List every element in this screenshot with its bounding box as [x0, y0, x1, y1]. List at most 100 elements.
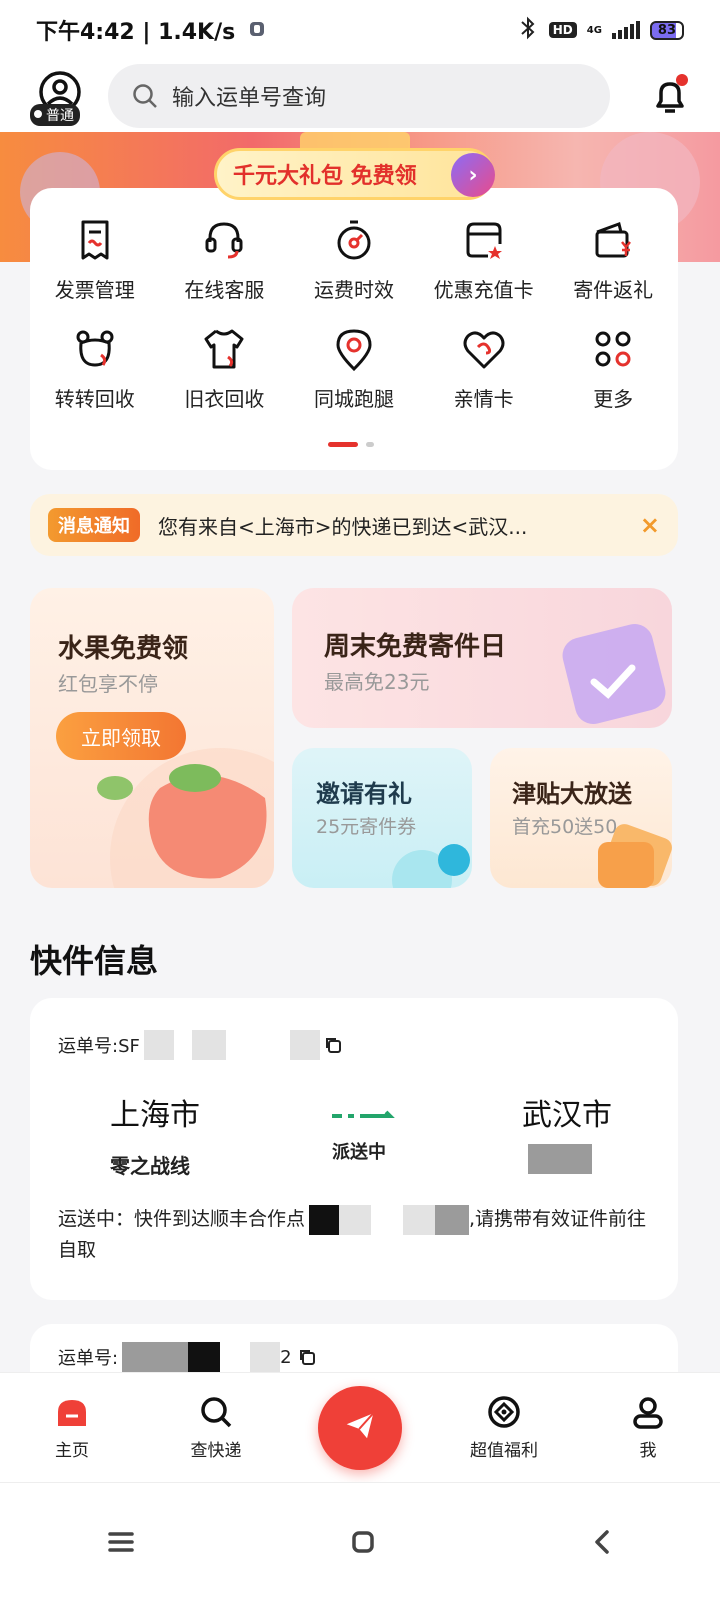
- redacted-block: [435, 1204, 470, 1235]
- redacted-block: [403, 1204, 436, 1235]
- redacted-block: [191, 1030, 226, 1060]
- back-icon[interactable]: [592, 1529, 612, 1555]
- waybill-search-input[interactable]: 输入运单号查询: [108, 64, 610, 128]
- tab-label: 主页: [55, 1441, 89, 1461]
- message-notice-bar[interactable]: 消息通知 您有来自<上海市>的快递已到达<武汉... ×: [30, 494, 678, 556]
- route-arrow-icon: [332, 1110, 395, 1118]
- location-pin-icon: [336, 329, 372, 372]
- card-star-icon: [466, 222, 502, 259]
- service-send-gift[interactable]: 寄件返礼: [548, 216, 678, 303]
- service-label: 转转回收: [54, 387, 135, 411]
- redacted-block: [143, 1030, 174, 1060]
- promo-subtitle: 红包享不停: [58, 672, 158, 696]
- service-label: 同城跑腿: [313, 387, 394, 411]
- bottom-tab-bar: 主页 查快递 超值福利 我: [0, 1372, 720, 1482]
- service-grid: 发票管理 在线客服 运费时效 优惠充值卡 寄件返礼 转转回收 旧衣回收 同城跑腿…: [30, 188, 678, 412]
- copy-icon[interactable]: [324, 1036, 342, 1054]
- promo-title: 邀请有礼: [316, 780, 412, 808]
- calendar-check-icon: [562, 623, 666, 725]
- service-invoice[interactable]: 发票管理: [30, 216, 160, 303]
- service-family-card[interactable]: 亲情卡: [419, 325, 549, 412]
- stopwatch-icon: [337, 220, 371, 260]
- service-label: 旧衣回收: [184, 387, 265, 411]
- redacted-block: [309, 1204, 340, 1235]
- delivery-status: 派送中: [332, 1142, 386, 1163]
- send-plane-icon: [346, 1412, 375, 1438]
- status-time: 下午4:42 | 1.4K/s: [36, 20, 236, 45]
- service-zhuanzhuan-recycle[interactable]: 转转回收: [30, 325, 160, 412]
- tab-label: 我: [639, 1441, 657, 1461]
- send-button[interactable]: [318, 1385, 402, 1470]
- section-title-parcel-info: 快件信息: [30, 942, 159, 980]
- waybill-number: 运单号: 2: [58, 1342, 316, 1372]
- close-icon[interactable]: ×: [640, 511, 660, 539]
- redacted-block: [289, 1030, 320, 1060]
- service-online-support[interactable]: 在线客服: [160, 216, 290, 303]
- tab-home[interactable]: 主页: [12, 1394, 132, 1461]
- copy-icon[interactable]: [298, 1348, 316, 1366]
- gift-pack-button[interactable]: 千元大礼包 免费领 ›: [214, 148, 495, 200]
- waybill-label: 运单号:: [58, 1348, 119, 1369]
- destination-city: 武汉市: [522, 1098, 612, 1133]
- redacted-block: [528, 1144, 592, 1174]
- network-type: 4G: [586, 24, 602, 36]
- peach-icon: [97, 748, 274, 888]
- service-label: 在线客服: [184, 278, 265, 302]
- invoice-icon: [81, 220, 109, 260]
- status-bar: 下午4:42 | 1.4K/s HD 4G 83: [0, 0, 720, 60]
- promo-free-fruit[interactable]: 水果免费领 红包享不停 立即领取: [30, 588, 274, 888]
- hd-badge: HD: [548, 22, 577, 38]
- shirt-icon: [204, 329, 244, 369]
- coupon-stack-icon: [598, 824, 672, 888]
- service-freight-time[interactable]: 运费时效: [289, 216, 419, 303]
- notice-text: 您有来自<上海市>的快递已到达<武汉...: [158, 514, 528, 539]
- promo-weekend-free-shipping[interactable]: 周末免费寄件日 最高免23元: [292, 588, 672, 728]
- promo-title: 津贴大放送: [512, 780, 632, 808]
- tab-benefits[interactable]: 超值福利: [444, 1394, 564, 1461]
- service-label: 亲情卡: [453, 387, 514, 411]
- signal-icon: [611, 21, 640, 39]
- tab-me[interactable]: 我: [588, 1394, 708, 1461]
- parcel-detail-text: 运送中：快件到达顺丰合作点 ,请携带有效证件前往自取: [58, 1204, 658, 1266]
- bear-recycle-icon: [76, 330, 114, 367]
- redacted-block: [188, 1342, 221, 1372]
- promo-subsidy-giveaway[interactable]: 津贴大放送 首充50送50: [490, 748, 672, 888]
- service-more[interactable]: 更多: [548, 325, 678, 412]
- detail-prefix: 运送中：快件到达顺丰合作点: [58, 1208, 306, 1230]
- waybill-tail: 2: [280, 1346, 292, 1368]
- promo-invite-reward[interactable]: 邀请有礼 25元寄件券: [292, 748, 472, 888]
- wallet-yen-icon: [595, 222, 632, 258]
- home-icon: [58, 1400, 86, 1426]
- promo-subtitle: 最高免23元: [324, 670, 430, 694]
- service-recharge-card[interactable]: 优惠充值卡: [419, 216, 549, 303]
- service-clothes-recycle[interactable]: 旧衣回收: [160, 325, 290, 412]
- coupon-icon: [392, 844, 470, 888]
- app-notification-icon: [249, 18, 265, 43]
- avatar[interactable]: 普通: [30, 66, 90, 126]
- search-icon: [133, 84, 157, 108]
- top-header: 普通 输入运单号查询: [0, 60, 720, 132]
- origin-city: 上海市: [110, 1098, 200, 1133]
- arrow-right-icon: ›: [451, 153, 495, 197]
- service-local-errand[interactable]: 同城跑腿: [289, 325, 419, 412]
- home-square-icon[interactable]: [351, 1530, 375, 1554]
- bluetooth-icon: [517, 16, 539, 44]
- notification-bell-button[interactable]: [650, 74, 690, 116]
- parcel-card[interactable]: 运单号:SF 上海市 零之战线 派送中 武汉市 运送中：快件到达顺丰合作点 ,请携…: [30, 998, 678, 1300]
- unread-dot: [676, 74, 688, 86]
- tab-send[interactable]: [300, 1385, 420, 1470]
- page-indicator: [328, 442, 374, 447]
- tab-label: 查快递: [190, 1441, 242, 1461]
- target-icon: [488, 1396, 520, 1428]
- tab-label: 超值福利: [470, 1441, 538, 1461]
- tab-track-parcel[interactable]: 查快递: [156, 1394, 276, 1461]
- service-label: 运费时效: [313, 278, 394, 302]
- member-level-badge: 普通: [30, 104, 80, 126]
- headset-icon: [205, 222, 243, 259]
- service-grid-card: 发票管理 在线客服 运费时效 优惠充值卡 寄件返礼 转转回收 旧衣回收 同城跑腿…: [30, 188, 678, 470]
- battery-indicator: 83: [649, 20, 684, 40]
- promo-title: 水果免费领: [58, 634, 189, 664]
- redacted-block: [250, 1342, 281, 1372]
- menu-icon[interactable]: [108, 1531, 135, 1553]
- service-label: 更多: [593, 387, 634, 411]
